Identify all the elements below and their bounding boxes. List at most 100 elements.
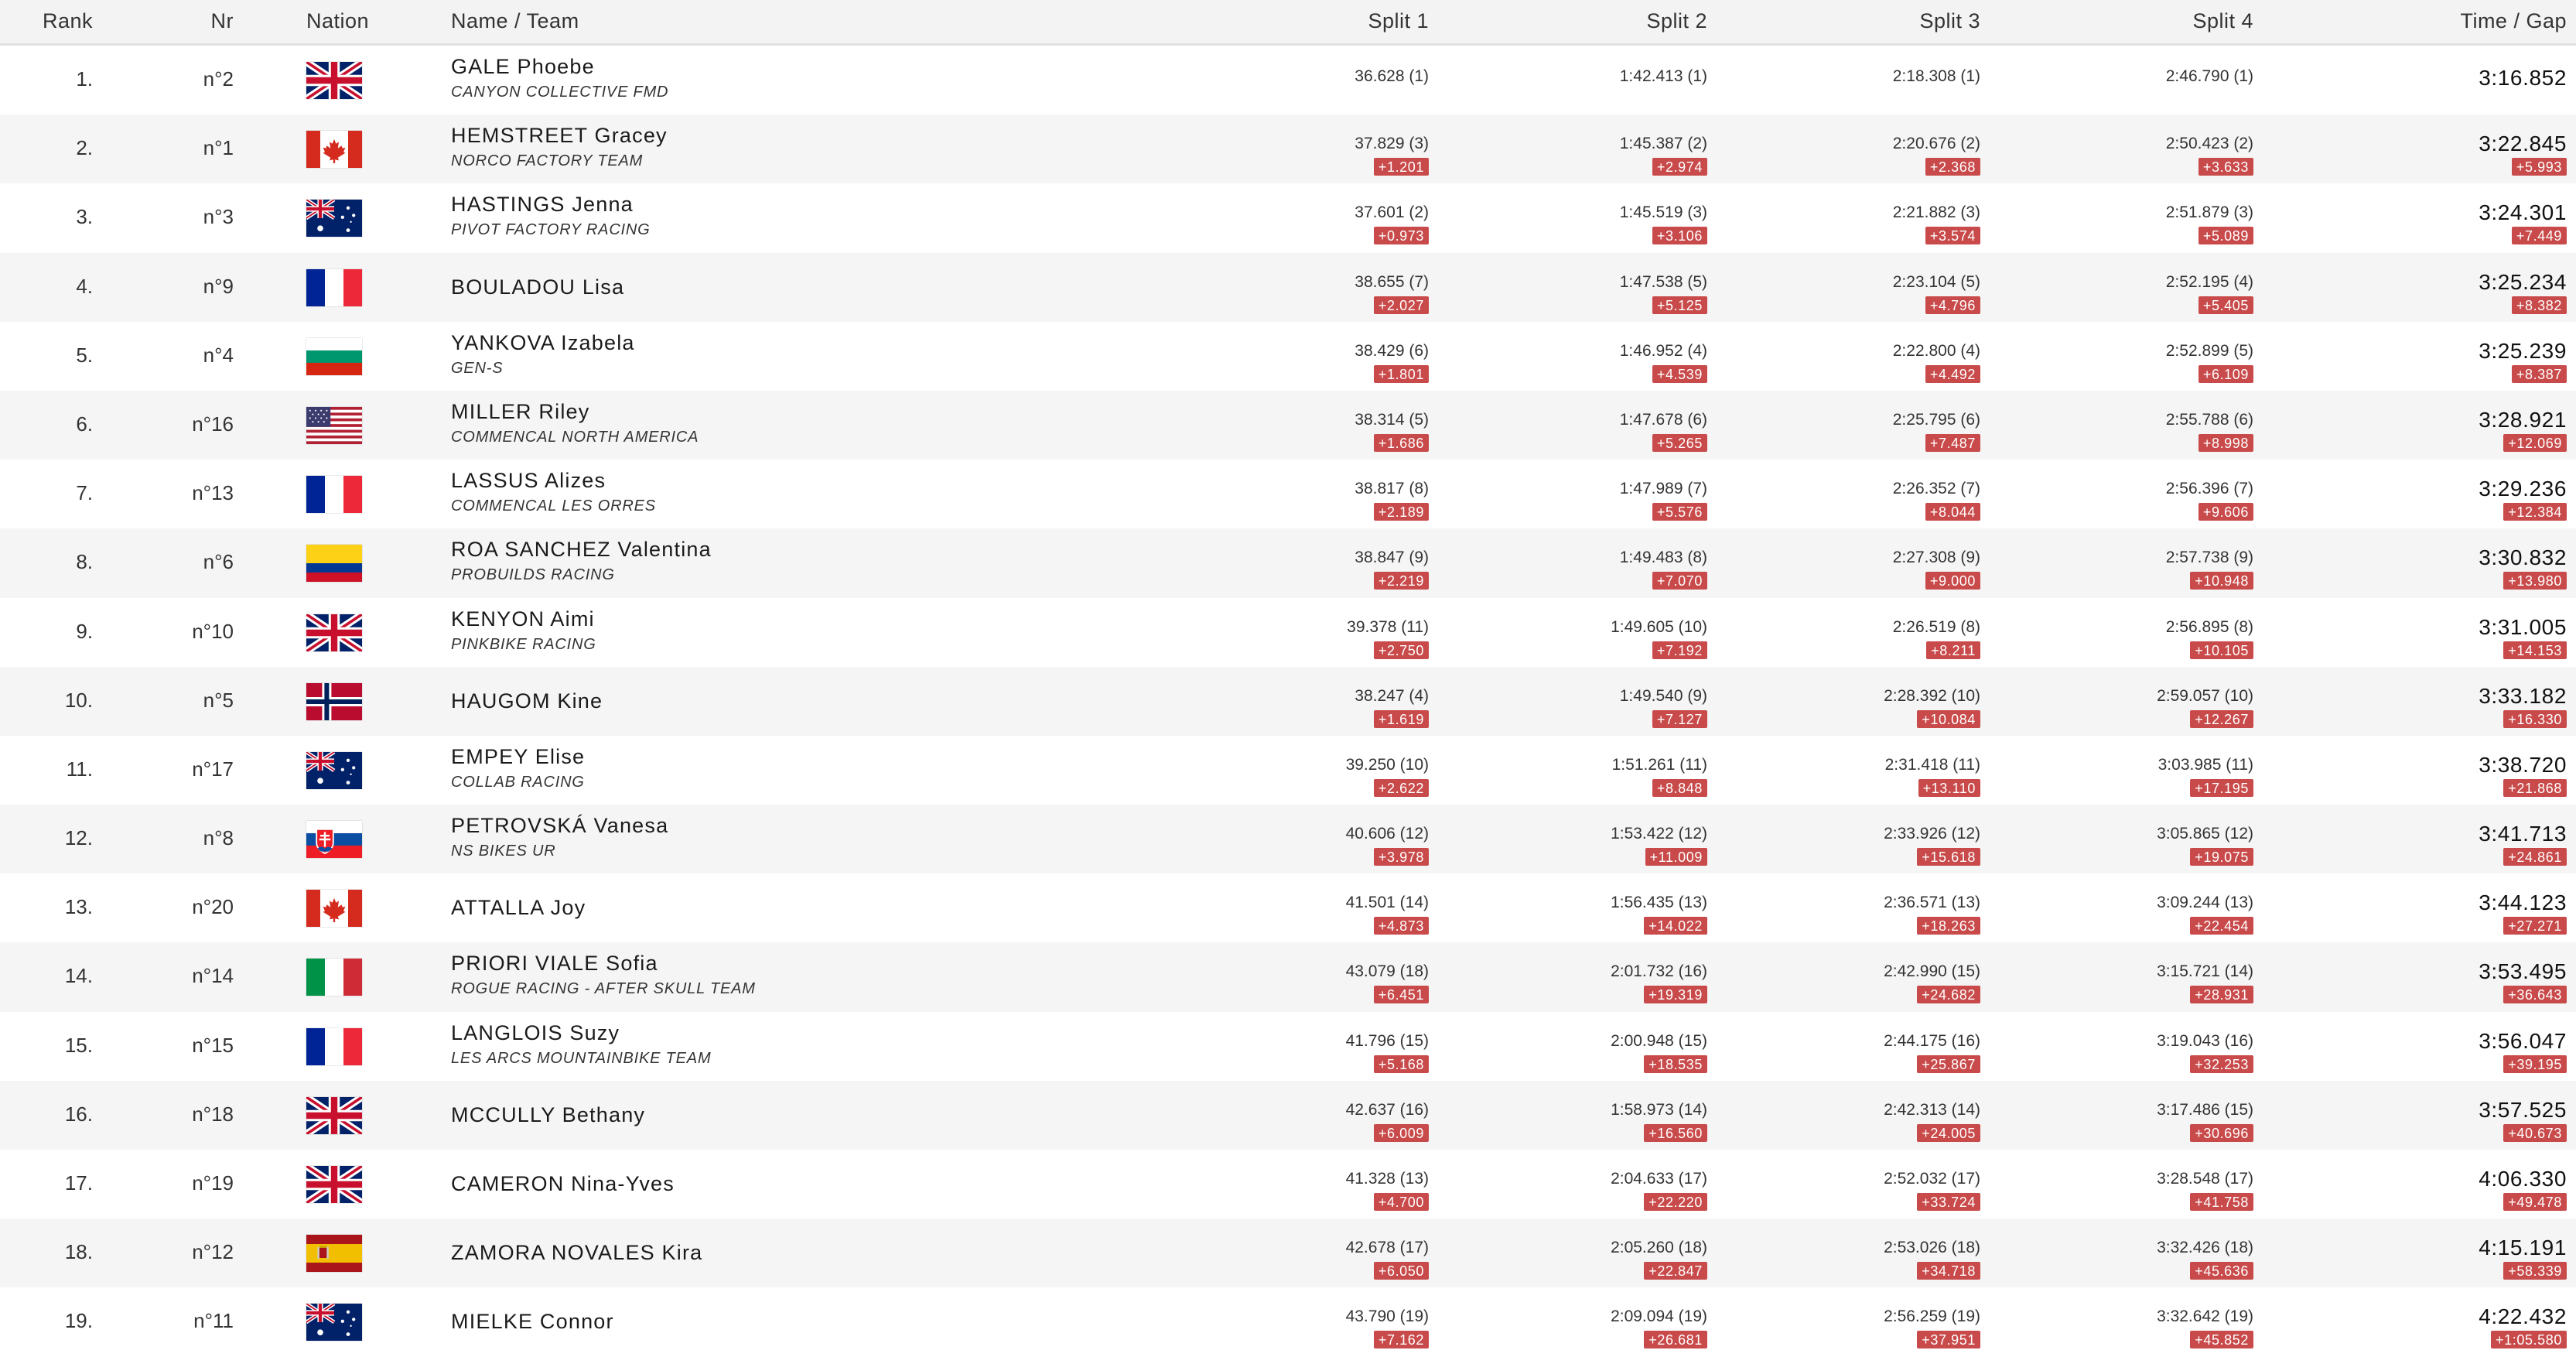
rider-name[interactable]: EMPEY Elise <box>451 745 585 769</box>
split-4-time: 2:59.057 (10) <box>2157 686 2253 705</box>
finish-time: 3:31.005 <box>2479 614 2567 639</box>
table-row[interactable]: 3. n°3 HASTINGS Jenna PIVOT FACTORY RACING 3… <box>0 183 2576 253</box>
split-3-gap-badge: +8.211 <box>1926 641 1980 659</box>
table-row[interactable]: 1. n°2 GALE Phoebe CANYON COLLECTIVE FMD 36.… <box>0 46 2576 115</box>
split-1-time: 41.328 (13) <box>1345 1170 1429 1188</box>
split-4-gap-badge: +28.931 <box>2190 986 2253 1004</box>
team-name: PINKBIKE RACING <box>451 635 596 653</box>
table-row[interactable]: 9. n°10 KENYON Aimi PINKBIKE RACING 39.378 (… <box>0 597 2576 667</box>
bib-number: n°10 <box>192 619 234 643</box>
split-4-time: 3:32.642 (19) <box>2157 1307 2253 1326</box>
finish-gap-badge: +13.980 <box>2503 572 2567 590</box>
rider-name[interactable]: LASSUS Alizes <box>451 469 606 493</box>
table-row[interactable]: 17. n°19 CAMERON Nina-Yves 41.328 (13) +4.70… <box>0 1150 2576 1219</box>
rider-name[interactable]: BOULADOU Lisa <box>451 275 624 299</box>
header-split-3[interactable]: Split 3 <box>1919 9 1980 33</box>
table-row[interactable]: 10. n°5 HAUGOM Kine 38.247 (4) +1.619 1:49.54… <box>0 666 2576 736</box>
split-3-gap-badge: +3.574 <box>1925 227 1980 245</box>
table-row[interactable]: 19. n°11 MIELKE Connor 43.790 (19) +7.162 2:0… <box>0 1287 2576 1357</box>
table-row[interactable]: 5. n°4 YANKOVA Izabela GEN-S 38.429 (6) +1.80… <box>0 321 2576 391</box>
split-2-gap-badge: +3.106 <box>1652 227 1707 245</box>
header-split-2[interactable]: Split 2 <box>1646 9 1707 33</box>
split-3-time: 2:44.175 (16) <box>1884 1031 1980 1050</box>
split-3-gap-badge: +2.368 <box>1925 158 1980 176</box>
rider-name[interactable]: MCCULLY Bethany <box>451 1103 645 1127</box>
finish-time: 3:29.236 <box>2479 477 2567 501</box>
header-split-4[interactable]: Split 4 <box>2192 9 2253 33</box>
header-nr[interactable]: Nr <box>211 9 234 33</box>
split-2-time: 1:47.538 (5) <box>1619 272 1707 291</box>
table-row[interactable]: 15. n°15 LANGLOIS Suzy LES ARCS MOUNTAINBIK… <box>0 1011 2576 1081</box>
split-1-gap-badge: +2.750 <box>1373 641 1429 659</box>
finish-time: 3:22.845 <box>2479 132 2567 156</box>
header-rank[interactable]: Rank <box>43 9 93 33</box>
table-row[interactable]: 6. n°16 MILLER Riley COMMENCAL NORTH AMERIC… <box>0 390 2576 460</box>
split-1-time: 38.847 (9) <box>1355 549 1429 567</box>
rank-cell: 1. <box>76 67 93 91</box>
bib-number: n°17 <box>192 757 234 781</box>
table-row[interactable]: 8. n°6 ROA SANCHEZ Valentina PROBUILDS RACI… <box>0 528 2576 598</box>
team-name: LES ARCS MOUNTAINBIKE TEAM <box>451 1049 712 1067</box>
rider-name[interactable]: KENYON Aimi <box>451 607 595 631</box>
rider-name[interactable]: YANKOVA Izabela <box>451 331 635 355</box>
table-row[interactable]: 16. n°18 MCCULLY Bethany 42.637 (16) +6.009 1… <box>0 1080 2576 1150</box>
header-name-team[interactable]: Name / Team <box>451 9 579 33</box>
rider-name[interactable]: PETROVSKÁ Vanesa <box>451 814 668 838</box>
results-table: Rank Nr Nation Name / Team Split 1 Split… <box>0 0 2576 1357</box>
split-1-gap-badge: +4.700 <box>1373 1193 1429 1211</box>
split-3-gap-badge: +15.618 <box>1917 848 1980 866</box>
bib-number: n°1 <box>203 136 234 160</box>
split-2-gap-badge: +5.125 <box>1652 296 1707 314</box>
finish-time: 4:22.432 <box>2479 1304 2567 1329</box>
rank-cell: 7. <box>76 481 93 505</box>
split-3-gap-badge: +4.492 <box>1925 364 1980 383</box>
split-3-gap-badge: +24.682 <box>1917 986 1980 1004</box>
table-row[interactable]: 2. n°1 HEMSTREET Gracey NORCO FACTORY TEAM 3… <box>0 115 2576 184</box>
split-3-gap-badge: +8.044 <box>1925 503 1980 521</box>
table-row[interactable]: 7. n°13 LASSUS Alizes COMMENCAL LES ORRES 38… <box>0 460 2576 529</box>
split-2-time: 2:09.094 (19) <box>1611 1307 1707 1326</box>
header-time-gap[interactable]: Time / Gap <box>2460 9 2567 33</box>
rider-name[interactable]: MILLER Riley <box>451 400 589 424</box>
split-4-time: 2:52.195 (4) <box>2165 272 2253 291</box>
rider-name[interactable]: ROA SANCHEZ Valentina <box>451 538 712 562</box>
split-1-time: 41.501 (14) <box>1345 894 1429 912</box>
rider-name[interactable]: CAMERON Nina-Yves <box>451 1172 675 1196</box>
rider-name[interactable]: GALE Phoebe <box>451 55 595 79</box>
split-4-gap-badge: +22.454 <box>2190 917 2253 935</box>
table-row[interactable]: 11. n°17 EMPEY Elise COLLAB RACING 39.250 (1… <box>0 735 2576 805</box>
rider-name[interactable]: HASTINGS Jenna <box>451 193 634 217</box>
split-4-time: 3:15.721 (14) <box>2157 962 2253 981</box>
split-4-time: 2:50.423 (2) <box>2165 135 2253 153</box>
split-4-time: 3:28.548 (17) <box>2157 1170 2253 1188</box>
split-4-time: 3:05.865 (12) <box>2157 825 2253 843</box>
bib-number: n°2 <box>203 67 234 91</box>
split-4-gap-badge: +41.758 <box>2190 1193 2253 1211</box>
bib-number: n°12 <box>192 1240 234 1264</box>
split-3-gap-badge: +34.718 <box>1917 1262 1980 1280</box>
rider-name[interactable]: ZAMORA NOVALES Kira <box>451 1241 702 1265</box>
rider-name[interactable]: MIELKE Connor <box>451 1310 614 1334</box>
table-row[interactable]: 18. n°12 ZAMORA NOVALES Kira 42.678 (17) +6.… <box>0 1219 2576 1288</box>
split-1-gap-badge: +1.201 <box>1373 158 1429 176</box>
header-split-1[interactable]: Split 1 <box>1368 9 1429 33</box>
rider-name[interactable]: HAUGOM Kine <box>451 689 603 713</box>
rider-name[interactable]: ATTALLA Joy <box>451 896 586 920</box>
split-3-time: 2:33.926 (12) <box>1884 825 1980 843</box>
rider-name[interactable]: PRIORI VIALE Sofia <box>451 952 658 976</box>
table-row[interactable]: 12. n°8 PETROVSKÁ Vanesa NS BIKES UR 40.606 … <box>0 805 2576 874</box>
table-row[interactable]: 4. n°9 BOULADOU Lisa 38.655 (7) +2.027 1:47.5… <box>0 252 2576 322</box>
fr-flag-icon <box>306 476 362 514</box>
table-row[interactable]: 14. n°14 PRIORI VIALE Sofia ROGUE RACING - … <box>0 942 2576 1012</box>
split-2-gap-badge: +7.070 <box>1652 572 1707 590</box>
rider-name[interactable]: LANGLOIS Suzy <box>451 1021 620 1045</box>
split-3-gap-badge: +4.796 <box>1925 296 1980 314</box>
header-nation[interactable]: Nation <box>306 9 369 33</box>
split-2-gap-badge: +7.192 <box>1652 641 1707 659</box>
split-3-time: 2:56.259 (19) <box>1884 1307 1980 1326</box>
team-name: COMMENCAL NORTH AMERICA <box>451 428 699 446</box>
split-4-time: 3:17.486 (15) <box>2157 1100 2253 1119</box>
rider-name[interactable]: HEMSTREET Gracey <box>451 124 668 148</box>
split-2-time: 1:42.413 (1) <box>1619 67 1707 85</box>
table-row[interactable]: 13. n°20 ATTALLA Joy 41.501 (14) +4.873 1:56.… <box>0 873 2576 943</box>
